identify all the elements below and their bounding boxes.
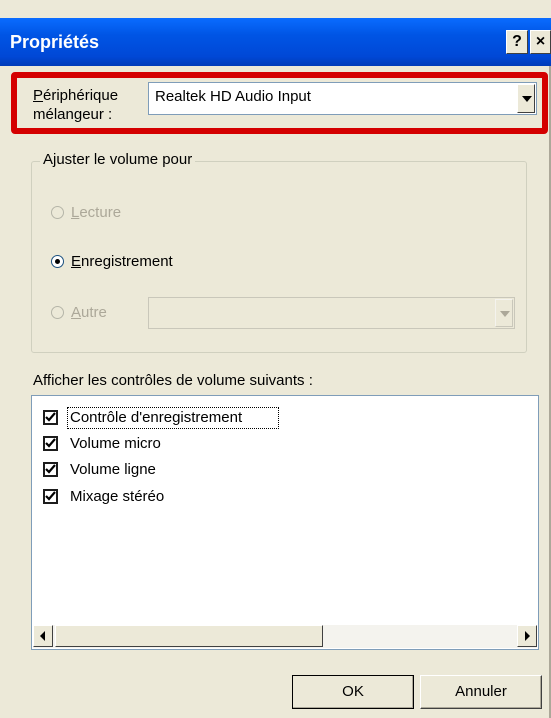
radio-lecture[interactable] bbox=[51, 206, 64, 219]
scroll-left-button[interactable] bbox=[33, 625, 53, 647]
radio-autre[interactable] bbox=[51, 306, 64, 319]
other-dropdown-button[interactable] bbox=[495, 299, 513, 327]
checkbox-volume-micro[interactable] bbox=[43, 436, 58, 451]
list-item-label: Volume micro bbox=[70, 435, 161, 452]
list-item-label: Volume ligne bbox=[70, 461, 156, 478]
check-icon bbox=[45, 464, 56, 474]
arrow-right-icon bbox=[525, 631, 530, 641]
list-item-label: Mixage stéréo bbox=[70, 488, 165, 505]
adjust-volume-legend: Ajuster le volume pour bbox=[40, 151, 196, 168]
dialog-title: Propriétés bbox=[10, 32, 100, 52]
title-bar[interactable]: Propriétés ? × bbox=[0, 0, 551, 66]
checkbox-volume-ligne[interactable] bbox=[43, 462, 58, 477]
controls-section-label: Afficher les contrôles de volume suivant… bbox=[33, 372, 313, 389]
radio-lecture-label: Lecture bbox=[71, 204, 122, 221]
other-device-select[interactable] bbox=[148, 297, 515, 329]
arrow-left-icon bbox=[40, 631, 45, 641]
highlight-box bbox=[11, 72, 548, 134]
ok-button[interactable]: OK bbox=[292, 675, 414, 709]
check-icon bbox=[45, 491, 56, 501]
list-item-label: Contrôle d'enregistrement bbox=[70, 409, 243, 426]
scroll-right-button[interactable] bbox=[517, 625, 537, 647]
chevron-down-icon bbox=[500, 311, 510, 317]
checkbox-mixage-stereo[interactable] bbox=[43, 489, 58, 504]
help-button[interactable]: ? bbox=[506, 30, 528, 54]
radio-autre-label: Autre bbox=[71, 304, 107, 321]
volume-controls-list[interactable]: Contrôle d'enregistrement Volume micro V… bbox=[31, 395, 539, 650]
properties-dialog: Propriétés ? × Périphérique mélangeur : … bbox=[0, 0, 551, 718]
checkbox-controle-enregistrement[interactable] bbox=[43, 410, 58, 425]
close-button[interactable]: × bbox=[530, 30, 551, 54]
radio-selected-dot bbox=[55, 259, 60, 264]
radio-enregistrement[interactable] bbox=[51, 255, 64, 268]
cancel-button[interactable]: Annuler bbox=[420, 675, 542, 709]
scrollbar-thumb[interactable] bbox=[55, 625, 323, 647]
check-icon bbox=[45, 438, 56, 448]
horizontal-scrollbar[interactable] bbox=[33, 625, 537, 648]
check-icon bbox=[45, 412, 56, 422]
radio-enregistrement-label: Enregistrement bbox=[71, 253, 173, 270]
